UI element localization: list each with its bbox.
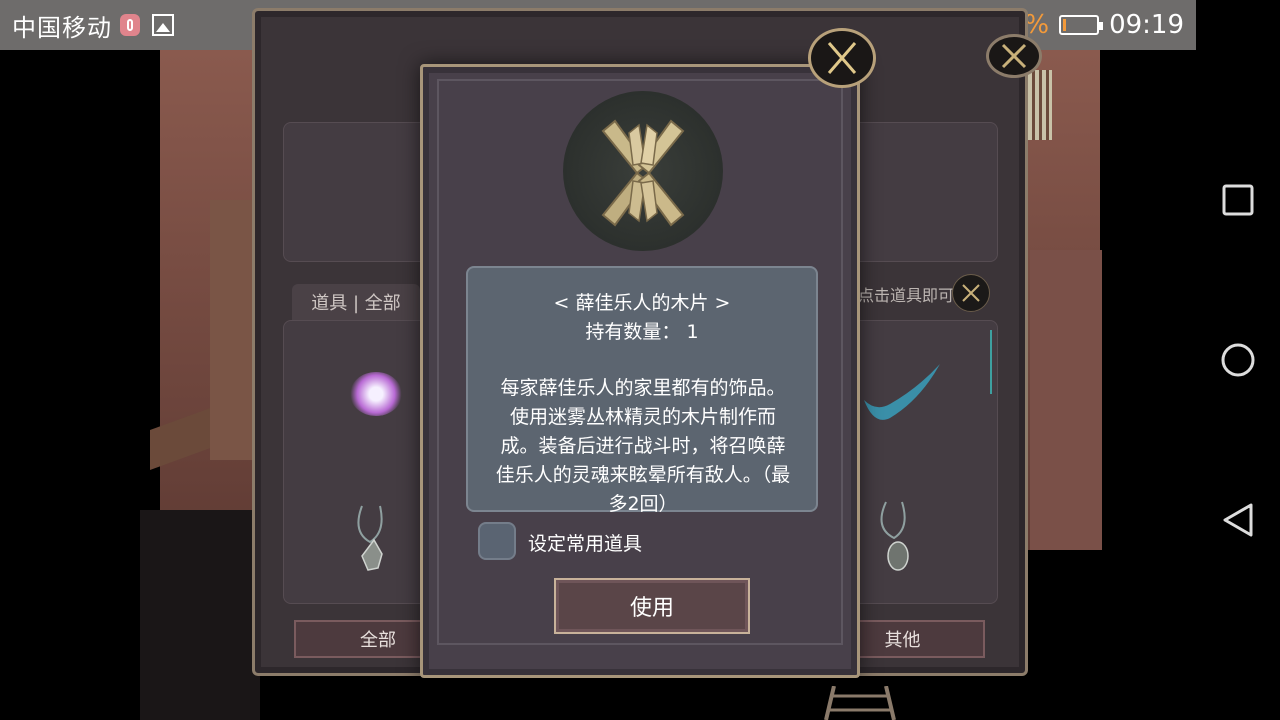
- item-name: < 薛佳乐人的木片 >: [553, 292, 731, 314]
- item-description-box: < 薛佳乐人的木片 > 持有数量： 1 每家薛佳乐人的家里都有的饰品。使用迷雾丛…: [466, 266, 818, 515]
- back-button[interactable]: [1220, 502, 1256, 538]
- wooden-shelf-right: [1030, 250, 1102, 550]
- back-triangle-icon: [1223, 503, 1253, 537]
- recent-apps-button[interactable]: [1220, 182, 1256, 218]
- navigation-bar: [1196, 0, 1280, 720]
- modal-close-button[interactable]: [808, 28, 876, 88]
- favorite-item-label: 设定常用道具: [528, 533, 643, 555]
- ladder: [824, 686, 896, 720]
- item-portrait: [563, 91, 723, 251]
- use-button[interactable]: 使用: [554, 578, 750, 634]
- inventory-header-slot: [283, 122, 433, 262]
- inventory-close-button[interactable]: [986, 34, 1042, 78]
- circle-icon: [1221, 343, 1255, 377]
- favorite-item-checkbox[interactable]: [478, 522, 516, 560]
- battery-icon: [1059, 15, 1104, 35]
- inventory-header-slot-right: [848, 122, 998, 262]
- close-icon: [827, 42, 857, 74]
- dark-floor-left: [140, 510, 260, 720]
- item-description: 每家薛佳乐人的家里都有的饰品。使用迷雾丛林精灵的木片制作而成。装备后进行战斗时，…: [495, 377, 791, 515]
- carrier-name: 中国移动: [12, 13, 112, 42]
- inventory-category-tab[interactable]: 道具 | 全部: [292, 284, 420, 320]
- close-icon: [1001, 43, 1027, 69]
- bookshelf: [1028, 70, 1052, 140]
- pendant-item-right[interactable]: [872, 498, 916, 578]
- inventory-close-icon[interactable]: [952, 274, 990, 312]
- clock: 09:19: [1109, 10, 1184, 40]
- notification-app-icon: [120, 14, 140, 36]
- inventory-scrollbar[interactable]: [990, 330, 992, 394]
- gallery-icon: [152, 14, 174, 36]
- square-icon: [1222, 184, 1254, 216]
- item-quantity: 持有数量： 1: [585, 321, 699, 343]
- blue-blade-item[interactable]: [860, 360, 944, 432]
- wooden-charm-icon: [601, 119, 685, 227]
- glowing-gem-item[interactable]: [350, 372, 402, 416]
- pendant-item-left[interactable]: [350, 502, 394, 582]
- home-button[interactable]: [1220, 342, 1256, 378]
